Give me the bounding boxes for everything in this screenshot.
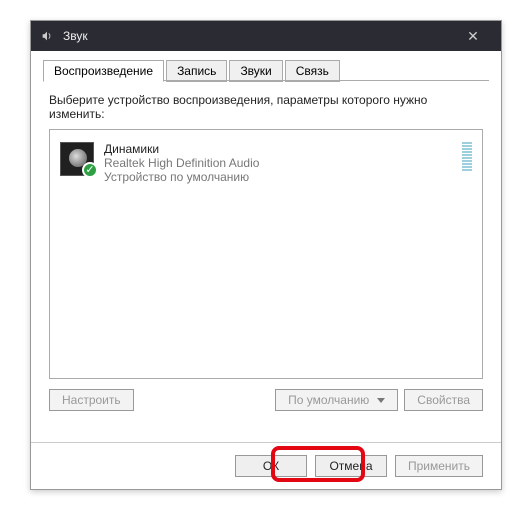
properties-button[interactable]: Свойства (404, 389, 483, 411)
tab-page-playback: Выберите устройство воспроизведения, пар… (31, 81, 501, 442)
volume-meter (462, 142, 472, 171)
tab-communications[interactable]: Связь (285, 60, 340, 82)
device-action-row: Настроить По умолчанию Свойства (49, 389, 483, 411)
tabstrip: Воспроизведение Запись Звуки Связь (31, 51, 501, 81)
device-subtitle: Realtek High Definition Audio (104, 156, 452, 170)
ok-button[interactable]: ОК (235, 455, 307, 477)
device-status: Устройство по умолчанию (104, 170, 452, 184)
dialog-footer: ОК Отмена Применить (31, 442, 501, 489)
tab-playback[interactable]: Воспроизведение (43, 60, 164, 82)
cancel-button[interactable]: Отмена (315, 455, 387, 477)
window-title: Звук (63, 29, 453, 43)
check-icon: ✓ (82, 162, 98, 178)
device-item[interactable]: ✓ Динамики Realtek High Definition Audio… (58, 138, 474, 188)
set-default-button[interactable]: По умолчанию (275, 389, 398, 411)
apply-button[interactable]: Применить (395, 455, 483, 477)
instruction-text: Выберите устройство воспроизведения, пар… (49, 93, 483, 121)
configure-button[interactable]: Настроить (49, 389, 134, 411)
device-labels: Динамики Realtek High Definition Audio У… (104, 142, 452, 184)
tab-sounds[interactable]: Звуки (229, 60, 282, 82)
device-list[interactable]: ✓ Динамики Realtek High Definition Audio… (49, 129, 483, 379)
sound-icon (39, 28, 55, 44)
titlebar: Звук ✕ (31, 21, 501, 51)
device-name: Динамики (104, 142, 452, 156)
tab-recording[interactable]: Запись (166, 60, 227, 82)
sound-window: Звук ✕ Воспроизведение Запись Звуки Связ… (30, 20, 502, 490)
close-button[interactable]: ✕ (453, 28, 493, 45)
